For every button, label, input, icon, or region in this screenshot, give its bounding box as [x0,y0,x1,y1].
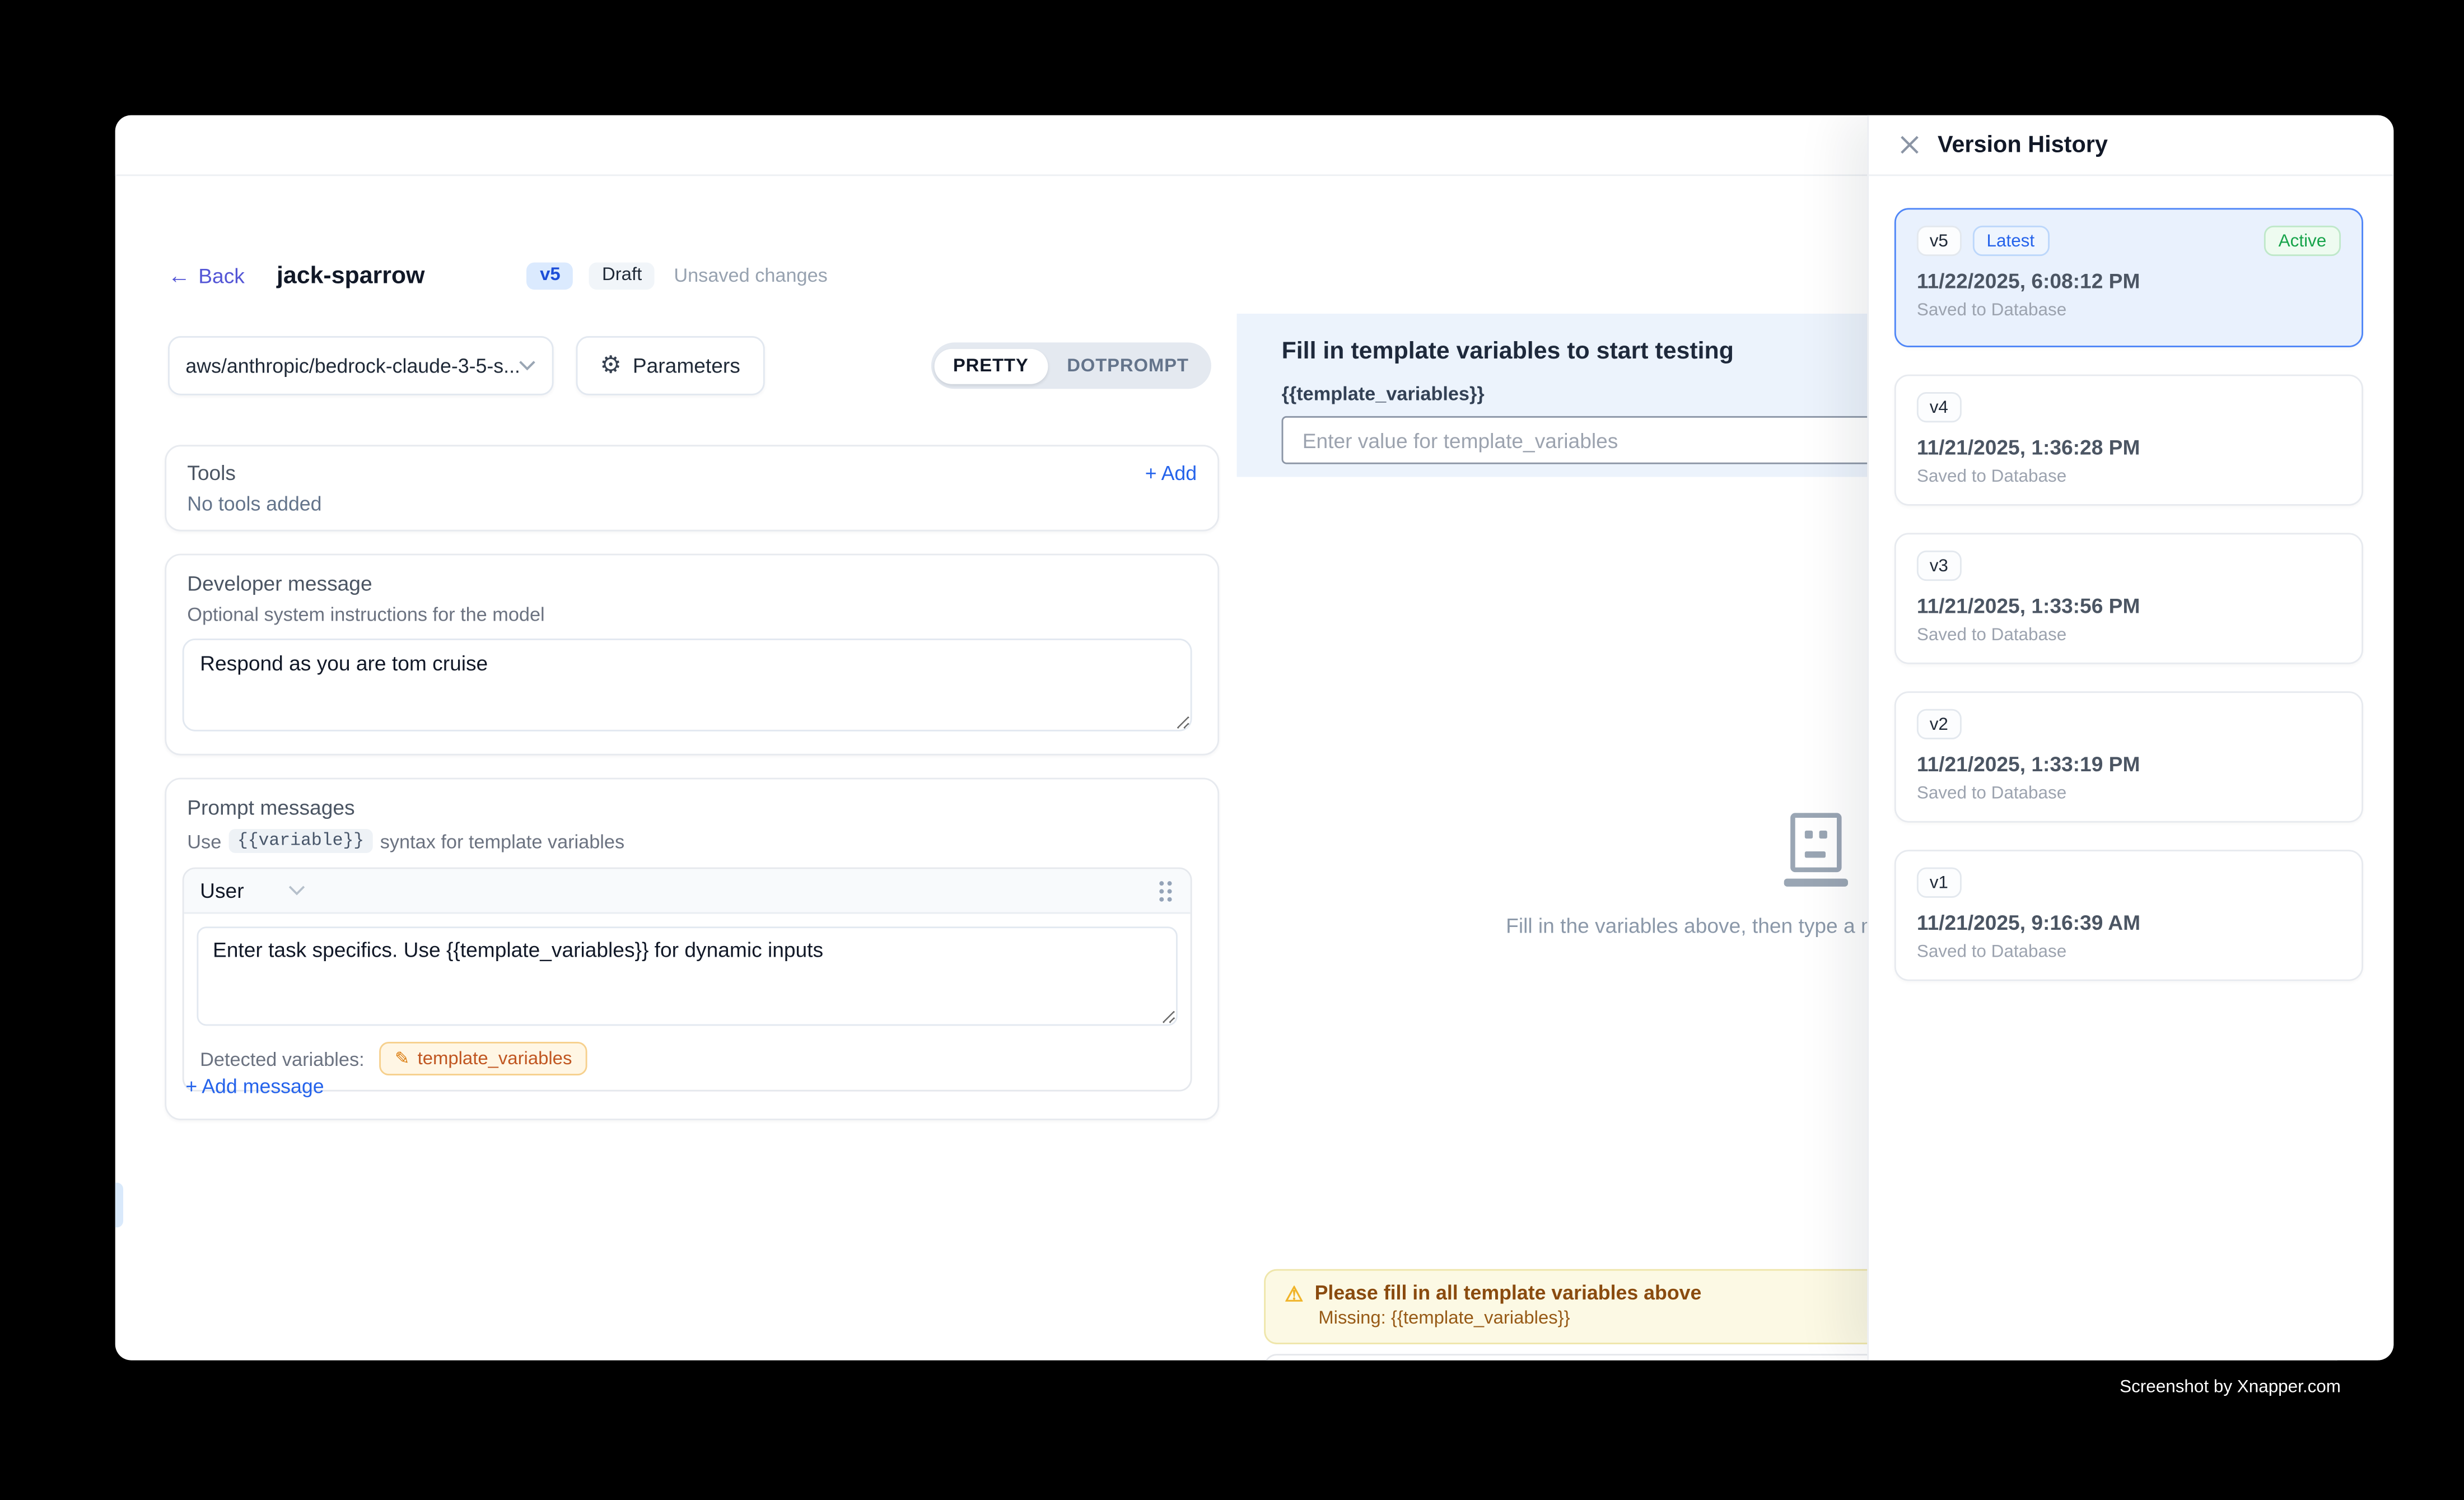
tools-empty-text: No tools added [187,493,1197,515]
model-selector[interactable]: aws/anthropic/bedrock-claude-3-5-s... [168,336,554,395]
pencil-icon: ✎ [395,1048,409,1069]
drag-handle-icon[interactable] [1157,878,1174,903]
version-status: Saved to Database [1917,301,2341,320]
developer-message-card: Developer message Optional system instru… [165,554,1219,756]
version-status: Saved to Database [1917,784,2341,803]
version-timestamp: 11/21/2025, 9:16:39 AM [1917,911,2341,935]
version-number-badge: v1 [1917,868,1961,898]
version-status: Saved to Database [1917,626,2341,645]
prompt-messages-title: Prompt messages [187,795,1197,819]
watermark: Screenshot by Xnapper.com [2120,1378,2341,1397]
add-tool-button[interactable]: + Add [1145,462,1197,484]
chevron-down-icon [519,360,536,371]
prompt-messages-card: Prompt messages Use {{variable}} syntax … [165,778,1219,1120]
add-message-button[interactable]: + Add message [185,1075,324,1098]
toggle-dotprompt[interactable]: DOTPROMPT [1048,348,1208,383]
version-status: Saved to Database [1917,943,2341,962]
version-card-v5[interactable]: v5 Latest Active 11/22/2025, 6:08:12 PM … [1894,208,2363,347]
toolbar-row: aws/anthropic/bedrock-claude-3-5-s... ⚙ … [168,336,1211,395]
back-label: Back [198,263,245,287]
unsaved-changes-text: Unsaved changes [674,264,828,286]
title-row: ← Back jack-sparrow v5 Draft Unsaved cha… [168,256,828,295]
version-number-badge: v4 [1917,392,1961,422]
hint-suffix: syntax for template variables [380,830,624,852]
page-title: jack-sparrow [277,262,424,289]
parameters-label: Parameters [633,353,740,378]
version-card-v3[interactable]: v3 11/21/2025, 1:33:56 PM Saved to Datab… [1894,533,2363,664]
tools-card: Tools + Add No tools added [165,445,1219,531]
version-history-drawer: Version History v5 Latest Active 11/22/2… [1867,115,2393,1361]
user-message-input[interactable]: Enter task specifics. Use {{template_var… [197,926,1177,1026]
message-block: User Enter task specifics. Use {{templat… [183,868,1192,1092]
robot-icon [1783,813,1847,886]
version-status: Saved to Database [1917,467,2341,486]
gear-icon: ⚙ [600,353,621,378]
role-selector[interactable]: User [200,879,306,903]
drawer-title: Version History [1938,132,2108,158]
back-button[interactable]: ← Back [168,263,245,287]
warning-title: Please fill in all template variables ab… [1315,1282,1702,1305]
chevron-down-icon [289,885,306,896]
detected-variable-name: template_variables [418,1049,572,1068]
hint-prefix: Use [187,830,221,852]
app-window: ← Back jack-sparrow v5 Draft Unsaved cha… [115,115,2394,1361]
tools-title: Tools [187,461,236,485]
version-number-badge: v2 [1917,709,1961,739]
back-arrow-icon: ← [168,264,190,286]
version-number-badge: v3 [1917,551,1961,581]
version-badge: v5 [527,262,573,289]
message-header: User [184,869,1191,914]
version-timestamp: 11/21/2025, 1:33:19 PM [1917,752,2341,776]
version-timestamp: 11/22/2025, 6:08:12 PM [1917,269,2341,293]
syntax-hint: Use {{variable}} syntax for template var… [187,829,1197,853]
version-card-v4[interactable]: v4 11/21/2025, 1:36:28 PM Saved to Datab… [1894,375,2363,506]
version-list: v5 Latest Active 11/22/2025, 6:08:12 PM … [1869,176,2393,981]
screen: ← Back jack-sparrow v5 Draft Unsaved cha… [0,0,2464,1500]
developer-message-title: Developer message [187,571,1197,595]
version-card-v1[interactable]: v1 11/21/2025, 9:16:39 AM Saved to Datab… [1894,850,2363,981]
model-selector-value: aws/anthropic/bedrock-claude-3-5-s... [185,355,518,377]
developer-message-subtitle: Optional system instructions for the mod… [187,603,1197,626]
latest-badge: Latest [1972,226,2049,256]
role-value: User [200,879,244,903]
version-card-v2[interactable]: v2 11/21/2025, 1:33:19 PM Saved to Datab… [1894,691,2363,822]
version-timestamp: 11/21/2025, 1:33:56 PM [1917,594,2341,618]
drawer-header: Version History [1869,115,2393,176]
version-number-badge: v5 [1917,226,1961,256]
close-icon[interactable] [1899,134,1920,155]
developer-message-input[interactable]: Respond as you are tom cruise [183,639,1192,732]
warning-icon: ⚠ [1285,1283,1303,1303]
side-tab [115,1182,123,1227]
view-mode-toggle: PRETTY DOTPROMPT [931,342,1211,389]
toggle-pretty[interactable]: PRETTY [934,348,1048,383]
draft-badge: Draft [589,262,655,289]
version-timestamp: 11/21/2025, 1:36:28 PM [1917,435,2341,459]
variable-syntax-chip: {{variable}} [230,829,372,853]
detected-variables-label: Detected variables: [200,1047,365,1070]
detected-variable-chip[interactable]: ✎ template_variables [379,1042,588,1075]
active-badge: Active [2264,226,2341,256]
detected-variables-row: Detected variables: ✎ template_variables [184,1038,1191,1089]
parameters-button[interactable]: ⚙ Parameters [576,336,764,395]
